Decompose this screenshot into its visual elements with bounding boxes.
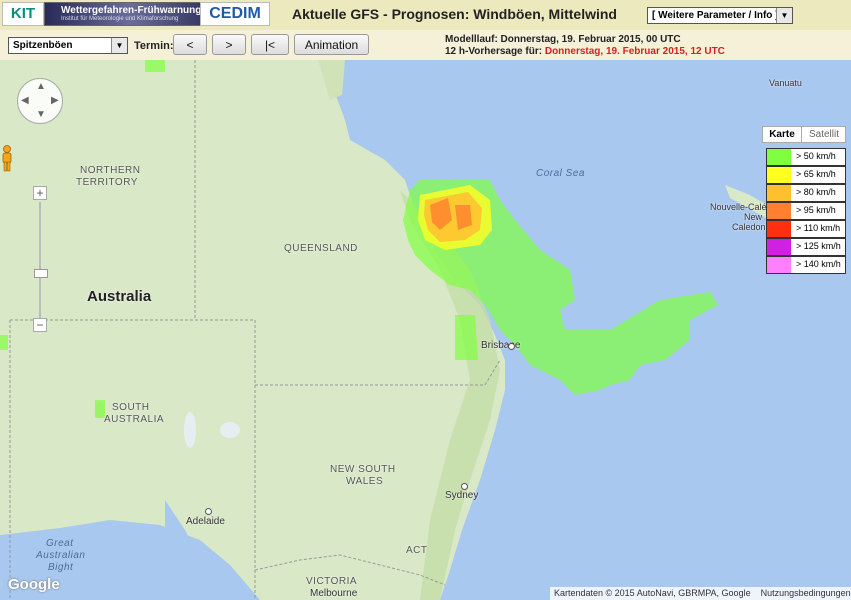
page-title: Aktuelle GFS - Prognosen: Windböen, Mitt…: [292, 6, 617, 22]
label-wales: WALES: [346, 476, 384, 487]
label-australian: Australian: [36, 550, 86, 561]
label-coral-sea: Coral Sea: [536, 168, 585, 179]
pegman-icon[interactable]: [0, 145, 14, 173]
label-adelaide: Adelaide: [186, 516, 225, 527]
animation-button[interactable]: Animation: [294, 34, 369, 55]
map-view[interactable]: NORTHERN TERRITORY QUEENSLAND Australia …: [0, 60, 851, 600]
vorhersage-text: 12 h-Vorhersage für: Donnerstag, 19. Feb…: [445, 46, 725, 57]
modelllauf-text: Modelllauf: Donnerstag, 19. Februar 2015…: [445, 34, 681, 45]
label-new-south: NEW SOUTH: [330, 464, 396, 475]
label-south: SOUTH: [112, 402, 150, 413]
adelaide-marker: [205, 508, 212, 515]
legend-swatch: [767, 239, 791, 255]
legend-item-95: > 95 km/h: [766, 202, 846, 220]
brisbane-marker: [508, 343, 515, 350]
variable-select[interactable]: Spitzenböen ▼: [8, 37, 128, 54]
variable-select-value: Spitzenböen: [13, 40, 73, 51]
zoom-in-button[interactable]: +: [33, 186, 47, 200]
legend-label: > 125 km/h: [796, 241, 841, 251]
legend-panel: Karte Satellit > 50 km/h > 65 km/h > 80 …: [762, 126, 846, 278]
legend-label: > 80 km/h: [796, 187, 836, 197]
label-bight: Bight: [48, 562, 74, 573]
label-melbourne: Melbourne: [310, 588, 358, 599]
pan-control[interactable]: ▲ ▼ ◀ ▶: [17, 78, 63, 124]
google-logo[interactable]: Google: [8, 576, 60, 593]
map-canvas: [0, 60, 851, 600]
label-australia: Australia: [87, 288, 152, 305]
zoom-slider-track[interactable]: [39, 202, 41, 318]
sydney-marker: [461, 483, 468, 490]
attribution-text: Kartendaten © 2015 AutoNavi, GBRMPA, Goo…: [554, 588, 751, 598]
legend-label: > 95 km/h: [796, 205, 836, 215]
label-sydney: Sydney: [445, 490, 479, 501]
chevron-down-icon: ▼: [776, 8, 792, 23]
legend-swatch: [767, 203, 791, 219]
legend-swatch: [767, 149, 791, 165]
kit-logo[interactable]: KIT: [2, 2, 44, 26]
label-territory: TERRITORY: [76, 177, 138, 188]
legend-label: > 65 km/h: [796, 169, 836, 179]
label-act: ACT: [406, 545, 428, 556]
legend-item-80: > 80 km/h: [766, 184, 846, 202]
pan-up-icon[interactable]: ▲: [36, 81, 46, 92]
zoom-slider-handle[interactable]: [34, 269, 48, 278]
pan-down-icon[interactable]: ▼: [36, 109, 46, 120]
pan-left-icon[interactable]: ◀: [21, 95, 29, 106]
tab-karte[interactable]: Karte: [763, 127, 802, 142]
legend-label: > 110 km/h: [796, 223, 841, 233]
header-bar: KIT Wettergefahren-Frühwarnung Institut …: [0, 0, 851, 30]
zoom-out-button[interactable]: −: [33, 318, 47, 332]
label-new: New: [744, 212, 763, 222]
terms-link[interactable]: Nutzungsbedingungen: [761, 588, 851, 598]
map-attribution: Kartendaten © 2015 AutoNavi, GBRMPA, Goo…: [550, 587, 851, 600]
legend-item-140: > 140 km/h: [766, 256, 846, 274]
prev-button[interactable]: <: [173, 34, 207, 55]
legend-item-65: > 65 km/h: [766, 166, 846, 184]
pan-right-icon[interactable]: ▶: [51, 95, 59, 106]
label-northern-territory: NORTHERN: [80, 165, 141, 176]
parameter-info-select-value: [ Weitere Parameter / Info ]: [652, 10, 779, 21]
label-south-australia: AUSTRALIA: [104, 414, 165, 425]
zoom-control: + −: [33, 182, 48, 332]
cedim-logo[interactable]: CEDIM: [200, 2, 270, 26]
legend-swatch: [767, 257, 791, 273]
termin-label: Termin:: [134, 40, 174, 52]
legend-item-50: > 50 km/h: [766, 148, 846, 166]
parameter-info-select[interactable]: [ Weitere Parameter / Info ] ▼: [647, 7, 793, 24]
map-type-tabs: Karte Satellit: [762, 126, 846, 143]
chevron-down-icon: ▼: [111, 38, 127, 53]
label-nouvelle-caledonie: Nouvelle-Calé: [710, 202, 767, 212]
wettergefahren-banner[interactable]: Wettergefahren-Frühwarnung Institut für …: [44, 2, 201, 26]
label-vanuatu: Vanuatu: [769, 78, 802, 88]
vorhersage-prefix: 12 h-Vorhersage für:: [445, 46, 545, 57]
legend-item-125: > 125 km/h: [766, 238, 846, 256]
legend-label: > 140 km/h: [796, 259, 841, 269]
vorhersage-value: Donnerstag, 19. Februar 2015, 12 UTC: [544, 46, 725, 57]
legend-label: > 50 km/h: [796, 151, 836, 161]
toolbar: Spitzenböen ▼ Termin: < > |< Animation M…: [0, 30, 851, 60]
banner-subtitle: Institut für Meteorologie und Klimaforsc…: [61, 16, 179, 22]
next-button[interactable]: >: [212, 34, 246, 55]
tab-satellit[interactable]: Satellit: [802, 127, 846, 142]
legend-swatch: [767, 221, 791, 237]
label-great: Great: [46, 538, 74, 549]
label-victoria: VICTORIA: [306, 576, 358, 587]
legend-swatch: [767, 185, 791, 201]
banner-title: Wettergefahren-Frühwarnung: [61, 5, 201, 16]
legend-swatch: [767, 167, 791, 183]
legend-item-110: > 110 km/h: [766, 220, 846, 238]
label-queensland: QUEENSLAND: [284, 243, 358, 254]
first-button[interactable]: |<: [251, 34, 289, 55]
